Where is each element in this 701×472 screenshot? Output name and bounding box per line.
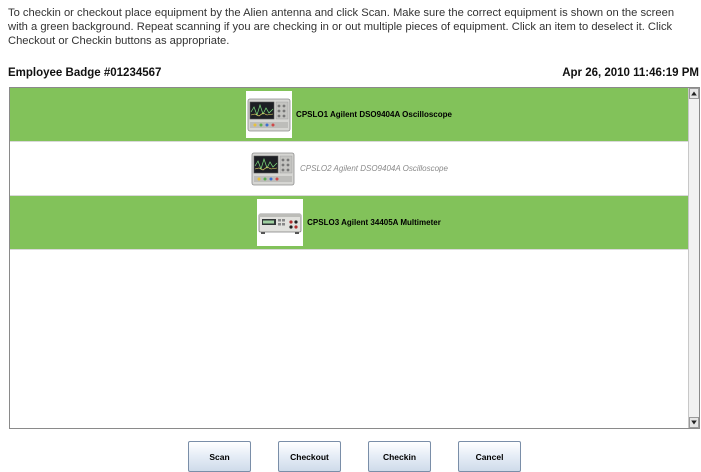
checkin-button[interactable]: Checkin: [368, 441, 431, 472]
chevron-up-icon: [691, 91, 697, 96]
equipment-list: CPSLO1 Agilent DSO9404A Oscilloscope CPS…: [9, 87, 700, 429]
multimeter-icon: [257, 199, 304, 246]
scroll-down-button[interactable]: [689, 417, 699, 428]
scan-button[interactable]: Scan: [188, 441, 251, 472]
equipment-list-viewport: CPSLO1 Agilent DSO9404A Oscilloscope CPS…: [10, 88, 688, 428]
datetime-display: Apr 26, 2010 11:46:19 PM: [562, 67, 699, 79]
checkout-button[interactable]: Checkout: [278, 441, 341, 472]
equipment-row-cpslo3[interactable]: CPSLO3 Agilent 34405A Multimeter: [10, 196, 688, 250]
employee-badge: Employee Badge #01234567: [8, 67, 162, 79]
oscilloscope-icon: [246, 91, 293, 138]
chevron-down-icon: [691, 420, 697, 425]
equipment-label: CPSLO3 Agilent 34405A Multimeter: [307, 218, 441, 227]
equipment-row-cpslo1[interactable]: CPSLO1 Agilent DSO9404A Oscilloscope: [10, 88, 688, 142]
cancel-button[interactable]: Cancel: [458, 441, 521, 472]
oscilloscope-icon: [250, 145, 297, 192]
vertical-scrollbar[interactable]: [688, 88, 699, 428]
equipment-label: CPSLO2 Agilent DSO9404A Oscilloscope: [300, 164, 448, 173]
equipment-label: CPSLO1 Agilent DSO9404A Oscilloscope: [296, 110, 452, 119]
scroll-up-button[interactable]: [689, 88, 699, 99]
equipment-row-cpslo2[interactable]: CPSLO2 Agilent DSO9404A Oscilloscope: [10, 142, 688, 196]
instructions-text: To checkin or checkout place equipment b…: [8, 7, 675, 47]
